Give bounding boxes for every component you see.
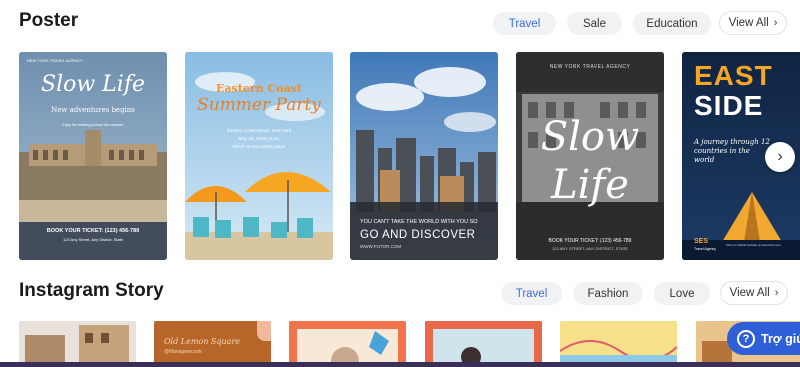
card-3-line1: YOU CAN'T TAKE THE WORLD WITH YOU SO (360, 219, 478, 225)
chevron-right-icon: › (777, 148, 783, 165)
story-card-2[interactable]: Old Lemon Square @Mariajanecook (154, 321, 271, 367)
poster-view-all-button[interactable]: View All › (719, 11, 787, 35)
story-filter-fashion[interactable]: Fashion (573, 282, 643, 305)
card-2-headline-top: Eastern Coast (216, 82, 302, 95)
poster-filter-sale[interactable]: Sale (567, 12, 622, 35)
card-5-headline-1: EAST (694, 60, 773, 91)
card-3-headline: GO AND DISCOVER (360, 229, 476, 241)
card-1-address: 123 Any Street, Any District, State (62, 237, 124, 242)
story-card-2-handle: @Mariajanecook (164, 349, 202, 355)
story-card-2-decoration (257, 321, 271, 341)
card-3-site: WWW.FOTOR.COM (360, 244, 402, 249)
story-filter-love[interactable]: Love (654, 282, 710, 305)
card-2-line2: May 28, 2019 | 5 pm (238, 136, 280, 141)
card-1-agency: NEW YORK TRAVEL AGENCY (27, 58, 83, 63)
story-card-1[interactable] (19, 321, 136, 367)
card-5-footer: Visit our official website at www.fotor.… (726, 243, 781, 247)
card-4-agency: NEW YORK TRAVEL AGENCY (549, 64, 631, 70)
story-card-5-art (560, 321, 677, 367)
story-card-4[interactable] (425, 321, 542, 367)
poster-card-slow-life-bw[interactable]: NEW YORK TRAVEL AGENCY Slow Life BOOK YO… (516, 52, 664, 260)
poster-card-summer-party[interactable]: Eastern Coast Summer Party Eastern Coast… (185, 52, 333, 260)
card-2-line3: RSVP to rsvp at this place (232, 144, 286, 149)
question-icon: ? (737, 329, 755, 348)
chevron-right-icon: › (773, 17, 778, 29)
story-card-5[interactable] (560, 321, 677, 367)
story-card-2-label: Old Lemon Square (164, 337, 241, 346)
card-5-brand-sub: Travel Agency (694, 247, 717, 251)
chevron-right-icon: › (774, 287, 779, 299)
card-4-cta: BOOK YOUR TICKET: (123) 456-789 (548, 238, 632, 244)
poster-card-slow-life[interactable]: NEW YORK TRAVEL AGENCY Slow Life New adv… (19, 52, 167, 260)
story-card-1-art (19, 321, 136, 367)
card-5-subtitle: A journey through 12 countries in the wo… (694, 138, 770, 164)
story-filter-travel[interactable]: Travel (501, 282, 562, 305)
poster-section-title: Poster (19, 10, 79, 31)
card-1-cta: BOOK YOUR TICKET: (123) 456-789 (46, 228, 140, 234)
instagram-section-title: Instagram Story (19, 280, 164, 301)
card-4-headline-1: Slow (540, 114, 640, 160)
card-4-address: 123 ANY STREET, ANY DISTRICT, STATE (552, 246, 628, 251)
help-chat-button[interactable]: ? Trợ giú (727, 322, 800, 355)
carousel-next-button[interactable]: › (765, 142, 795, 172)
card-1-headline: Slow Life (41, 72, 145, 97)
story-card-3[interactable] (289, 321, 406, 367)
card-1-small: Enjoy the relaxing journey this summer! (62, 123, 124, 127)
view-all-label: View All (729, 287, 770, 299)
view-all-label: View All (728, 17, 769, 29)
story-card-3-art (289, 321, 406, 367)
card-5-headline-2: SIDE (694, 90, 764, 121)
story-card-4-art (425, 321, 542, 367)
poster-card-go-discover[interactable]: YOU CAN'T TAKE THE WORLD WITH YOU SO GO … (350, 52, 498, 260)
story-view-all-button[interactable]: View All › (720, 281, 788, 305)
card-1-tagline: New adventures begins (51, 106, 135, 114)
card-2-headline-main: Summer Party (197, 95, 321, 115)
help-chat-label: Trợ giú (761, 331, 800, 346)
poster-filter-education[interactable]: Education (633, 12, 711, 35)
bottom-bar (0, 362, 800, 367)
poster-filter-travel[interactable]: Travel (493, 12, 556, 35)
card-2-line1: Eastern Coast Beach, New York (226, 128, 292, 133)
card-4-headline-2: Life (551, 162, 629, 208)
